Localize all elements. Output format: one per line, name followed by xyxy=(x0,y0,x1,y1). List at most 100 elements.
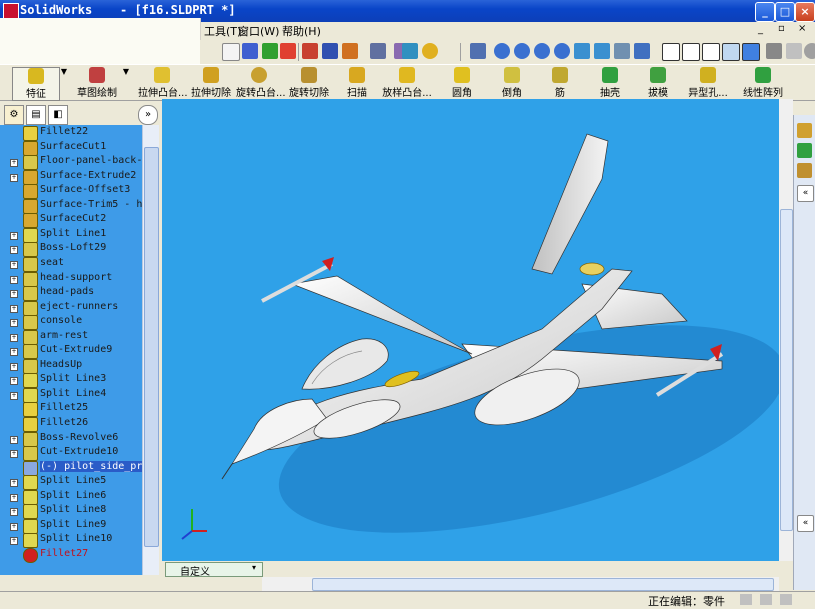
search-icon[interactable] xyxy=(797,163,812,178)
wireframe-icon[interactable] xyxy=(662,43,680,61)
minimize-button[interactable]: _ xyxy=(755,2,775,22)
revolved-boss-button[interactable]: 旋转凸台... xyxy=(236,67,286,99)
zoom-area-icon[interactable] xyxy=(514,43,530,59)
collapse-taskpane-icon[interactable]: « xyxy=(797,185,814,202)
hidden-lines-removed-icon[interactable] xyxy=(702,43,720,61)
expand-icon[interactable]: + xyxy=(10,173,18,182)
property-tab-icon[interactable]: ▤ xyxy=(26,105,46,125)
properties-icon[interactable] xyxy=(402,43,418,59)
help-icon[interactable] xyxy=(422,43,438,59)
tree-item[interactable]: + Split Line3 xyxy=(0,373,142,389)
sketch-icon[interactable] xyxy=(242,43,258,59)
configuration-dropdown-icon[interactable]: ▾ xyxy=(252,563,256,572)
hole-wizard-button[interactable]: 异型孔... xyxy=(684,67,732,99)
expand-icon[interactable]: + xyxy=(10,435,18,444)
menu-window[interactable]: 窗口(W) xyxy=(238,23,279,39)
expand-icon[interactable]: + xyxy=(10,260,18,269)
tree-item[interactable]: Fillet25 xyxy=(0,402,142,418)
tree-item[interactable]: + Split Line1 xyxy=(0,227,142,243)
tree-item[interactable]: + Boss-Revolve6 xyxy=(0,431,142,447)
library-icon[interactable] xyxy=(797,143,812,158)
tree-item[interactable]: + head-support xyxy=(0,271,142,287)
expand-icon[interactable]: + xyxy=(10,319,18,328)
expand-icon[interactable]: + xyxy=(10,391,18,400)
expand-icon[interactable]: + xyxy=(10,159,18,168)
curvature-icon[interactable] xyxy=(786,43,802,59)
tree-item[interactable]: + Split Line5 xyxy=(0,475,142,491)
expand-icon[interactable]: + xyxy=(10,304,18,313)
expand-icon[interactable]: + xyxy=(10,479,18,488)
table-icon[interactable] xyxy=(322,43,338,59)
feature-tree-tab-icon[interactable]: ⚙ xyxy=(4,105,24,125)
home-icon[interactable] xyxy=(797,123,812,138)
tree-item[interactable]: + HeadsUp xyxy=(0,358,142,374)
tree-item[interactable]: + head-pads xyxy=(0,286,142,302)
tree-item[interactable]: Surface-Trim5 - hide xyxy=(0,198,158,214)
tree-item[interactable]: + Surface-Extrude2 xyxy=(0,169,142,185)
expand-icon[interactable]: + xyxy=(10,348,18,357)
doc-minimize-button[interactable]: _ xyxy=(758,24,763,35)
tree-item[interactable]: + Cut-Extrude9 xyxy=(0,344,142,360)
tree-item[interactable]: + Split Line10 xyxy=(0,533,142,549)
close-button[interactable]: × xyxy=(795,2,815,22)
linear-pattern-button[interactable]: 线性阵列 xyxy=(742,67,784,99)
expand-icon[interactable]: + xyxy=(10,290,18,299)
select-arrow-icon[interactable] xyxy=(222,43,240,61)
options-icon[interactable] xyxy=(342,43,358,59)
traffic-light-icon[interactable] xyxy=(280,43,296,59)
extruded-cut-button[interactable]: 拉伸切除 xyxy=(190,67,232,99)
expand-taskpane-icon[interactable]: « xyxy=(797,515,814,532)
doc-close-button[interactable]: × xyxy=(798,23,806,34)
status-icon[interactable] xyxy=(780,594,792,605)
status-icon[interactable] xyxy=(740,594,752,605)
expand-panel-icon[interactable]: » xyxy=(138,105,158,125)
tree-item[interactable]: SurfaceCut1 xyxy=(0,140,142,156)
doc-restore-button[interactable]: ▫ xyxy=(778,23,785,34)
grid-icon[interactable] xyxy=(302,43,318,59)
zoom-fit-icon[interactable] xyxy=(494,43,510,59)
scrollbar-thumb[interactable] xyxy=(312,578,774,591)
tree-item[interactable]: + Floor-panel-back-cock xyxy=(0,155,158,171)
maximize-button[interactable]: □ xyxy=(775,2,795,22)
expand-icon[interactable]: + xyxy=(10,275,18,284)
expand-icon[interactable]: + xyxy=(10,537,18,546)
expand-icon[interactable]: + xyxy=(10,246,18,255)
tree-item[interactable]: Fillet22 xyxy=(0,126,142,141)
configuration-tab[interactable]: 自定义 ▾ xyxy=(165,562,263,578)
viewport-horizontal-scrollbar[interactable] xyxy=(262,577,779,591)
features-dropdown-icon[interactable]: ▼ xyxy=(60,67,68,99)
camera-icon[interactable] xyxy=(370,43,386,59)
tree-item[interactable]: + Split Line8 xyxy=(0,504,142,520)
tree-item[interactable]: + Split Line4 xyxy=(0,387,142,403)
zoom-in-out-icon[interactable] xyxy=(534,43,550,59)
status-icon[interactable] xyxy=(760,594,772,605)
tree-item[interactable]: Surface-Offset3 xyxy=(0,184,142,200)
expand-icon[interactable]: + xyxy=(10,508,18,517)
rib-button[interactable]: 筋 xyxy=(548,67,572,99)
tree-item[interactable]: + console xyxy=(0,315,142,331)
tree-item[interactable]: Fillet27 xyxy=(0,547,142,563)
features-tab-button[interactable]: 特征 xyxy=(12,67,60,101)
scrollbar-thumb[interactable] xyxy=(780,209,793,531)
rebuild-icon[interactable] xyxy=(262,43,278,59)
expand-icon[interactable]: + xyxy=(10,333,18,342)
expand-icon[interactable]: + xyxy=(10,362,18,371)
section-view-icon[interactable] xyxy=(766,43,782,59)
configuration-tab-icon[interactable]: ◧ xyxy=(48,105,68,125)
tree-item[interactable]: + arm-rest xyxy=(0,329,142,345)
expand-icon[interactable]: + xyxy=(10,493,18,502)
view-orient-icon[interactable] xyxy=(470,43,486,59)
shadows-icon[interactable] xyxy=(804,43,815,59)
tree-item[interactable]: + Cut-Extrude10 xyxy=(0,446,142,462)
scrollbar-thumb[interactable] xyxy=(144,147,159,547)
viewport-vertical-scrollbar[interactable] xyxy=(779,99,793,561)
standard-views-icon[interactable] xyxy=(634,43,650,59)
tree-item[interactable]: + seat xyxy=(0,256,142,272)
menu-help[interactable]: 帮助(H) xyxy=(282,23,321,39)
sweep-button[interactable]: 扫描 xyxy=(342,67,372,99)
tree-item[interactable]: + eject-runners xyxy=(0,300,142,316)
chamfer-button[interactable]: 倒角 xyxy=(498,67,526,99)
tree-item[interactable]: + Split Line6 xyxy=(0,489,142,505)
fillet-button[interactable]: 圆角 xyxy=(448,67,476,99)
zoom-selection-icon[interactable] xyxy=(554,43,570,59)
